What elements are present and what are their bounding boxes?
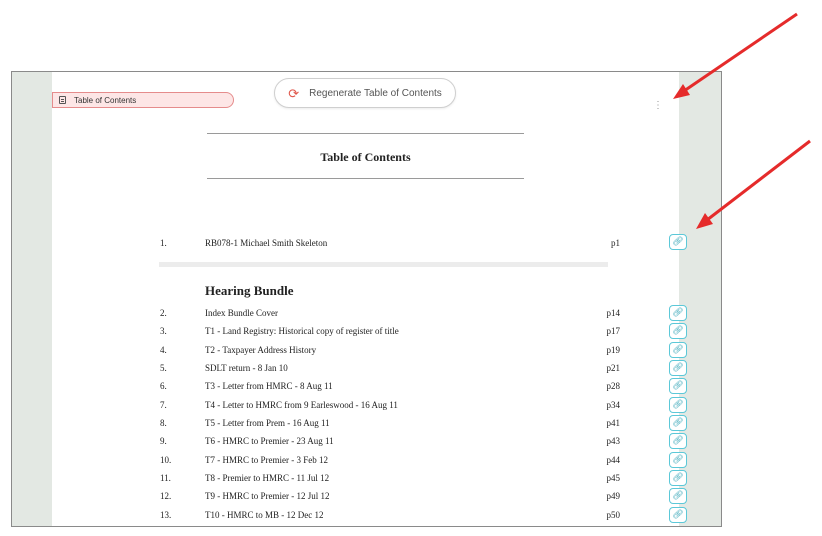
link-icon[interactable]: 🔗︎	[669, 507, 687, 523]
toc-entry[interactable]: 8. T5 - Letter from Prem - 16 Aug 11 p41	[12, 415, 652, 431]
entry-number: 12.	[160, 491, 172, 501]
entry-page: p50	[606, 510, 621, 520]
entry-title: RB078-1 Michael Smith Skeleton	[205, 238, 328, 248]
entry-title: T9 - HMRC to Premier - 12 Jul 12	[205, 491, 330, 501]
entry-number: 6.	[160, 381, 167, 391]
entry-number: 13.	[160, 510, 172, 520]
toc-entry[interactable]: 3. T1 - Land Registry: Historical copy o…	[12, 323, 652, 339]
entry-page: p41	[606, 418, 621, 428]
toc-entry[interactable]: 2. Index Bundle Cover p14	[12, 305, 652, 321]
link-icon[interactable]: 🔗︎	[669, 415, 687, 431]
link-icon[interactable]: 🔗︎	[669, 360, 687, 376]
link-icon[interactable]: 🔗︎	[669, 234, 687, 250]
entry-title: T10 - HMRC to MB - 12 Dec 12	[205, 510, 324, 520]
entry-page: p17	[606, 326, 621, 336]
toc-entry[interactable]: 10. T7 - HMRC to Premier - 3 Feb 12 p44	[12, 452, 652, 468]
entry-page: p21	[606, 363, 621, 373]
toc-title: Table of Contents	[320, 150, 411, 164]
toc-entry[interactable]: 9. T6 - HMRC to Premier - 23 Aug 11 p43	[12, 433, 652, 449]
link-icon[interactable]: 🔗︎	[669, 488, 687, 504]
toc-entry[interactable]: 13. T10 - HMRC to MB - 12 Dec 12 p50	[12, 507, 652, 523]
toc-entry[interactable]: 12. T9 - HMRC to Premier - 12 Jul 12 p49	[12, 488, 652, 504]
section-heading: Hearing Bundle	[205, 283, 294, 298]
link-icon[interactable]: 🔗︎	[669, 305, 687, 321]
entry-page: p28	[606, 381, 621, 391]
toc-entry[interactable]: 11. T8 - Premier to HMRC - 11 Jul 12 p45	[12, 470, 652, 486]
link-icon[interactable]: 🔗︎	[669, 342, 687, 358]
toc-tab[interactable]: Table of Contents	[52, 92, 234, 108]
entry-number: 9.	[160, 436, 167, 446]
entry-number: 4.	[160, 345, 167, 355]
toc-entry[interactable]: 7. T4 - Letter to HMRC from 9 Earleswood…	[12, 397, 652, 413]
kebab-menu-icon[interactable]: ⋮	[653, 101, 663, 111]
entry-number: 5.	[160, 363, 167, 373]
toc-entry[interactable]: 6. T3 - Letter from HMRC - 8 Aug 11 p28	[12, 378, 652, 394]
entry-page: p44	[606, 455, 621, 465]
document-viewer-frame: Table of Contents ⟳ Regenerate Table of …	[11, 71, 722, 527]
toc-entry[interactable]: 1. RB078-1 Michael Smith Skeleton p1	[12, 235, 652, 251]
entry-page: p19	[606, 345, 621, 355]
entry-title: SDLT return - 8 Jan 10	[205, 363, 288, 373]
entry-title: T5 - Letter from Prem - 16 Aug 11	[205, 418, 330, 428]
entry-page: p14	[606, 308, 621, 318]
toc-entry[interactable]: 4. T2 - Taxpayer Address History p19	[12, 342, 652, 358]
link-icon[interactable]: 🔗︎	[669, 452, 687, 468]
title-rule-bottom	[207, 178, 524, 179]
document-icon	[59, 96, 66, 104]
link-icon[interactable]: 🔗︎	[669, 397, 687, 413]
entry-number: 3.	[160, 326, 167, 336]
link-icon[interactable]: 🔗︎	[669, 433, 687, 449]
link-icon[interactable]: 🔗︎	[669, 378, 687, 394]
title-rule-top	[207, 133, 524, 134]
toc-tab-label: Table of Contents	[74, 95, 137, 105]
link-icon[interactable]: 🔗︎	[669, 470, 687, 486]
entry-number: 11.	[160, 473, 171, 483]
entry-title: T4 - Letter to HMRC from 9 Earleswood - …	[205, 400, 398, 410]
entry-title: T7 - HMRC to Premier - 3 Feb 12	[205, 455, 328, 465]
entry-number: 10.	[160, 455, 172, 465]
refresh-icon: ⟳	[288, 85, 300, 101]
entry-page: p45	[606, 473, 621, 483]
entry-page: p49	[606, 491, 621, 501]
entry-title: T2 - Taxpayer Address History	[205, 345, 317, 355]
link-icon[interactable]: 🔗︎	[669, 323, 687, 339]
entry-number: 8.	[160, 418, 167, 428]
entry-title: Index Bundle Cover	[205, 308, 278, 318]
entry-page: p1	[611, 238, 620, 248]
entry-number: 7.	[160, 400, 167, 410]
entry-title: T1 - Land Registry: Historical copy of r…	[205, 326, 399, 336]
entry-number: 1.	[160, 238, 167, 248]
section-separator	[159, 262, 608, 267]
entry-page: p43	[606, 436, 621, 446]
regenerate-toc-label: Regenerate Table of Contents	[309, 87, 442, 99]
entry-number: 2.	[160, 308, 167, 318]
toc-entry[interactable]: 5. SDLT return - 8 Jan 10 p21	[12, 360, 652, 376]
entry-page: p34	[606, 400, 621, 410]
regenerate-toc-button[interactable]: ⟳ Regenerate Table of Contents	[274, 78, 456, 108]
entry-title: T6 - HMRC to Premier - 23 Aug 11	[205, 436, 334, 446]
entry-title: T3 - Letter from HMRC - 8 Aug 11	[205, 381, 333, 391]
entry-title: T8 - Premier to HMRC - 11 Jul 12	[205, 473, 330, 483]
